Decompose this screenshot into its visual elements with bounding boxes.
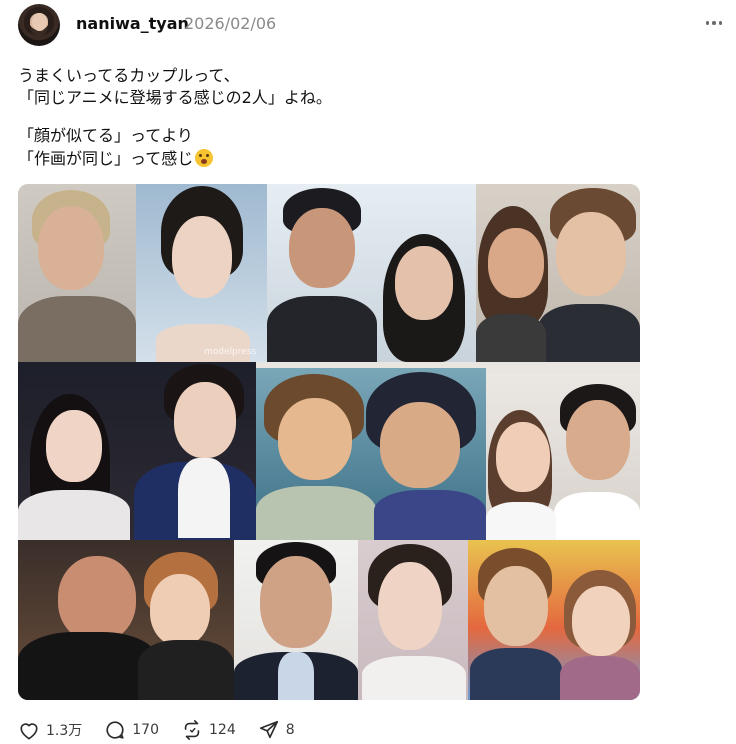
collage-tile-5 — [18, 362, 256, 540]
repost-button[interactable]: 124 — [181, 719, 236, 741]
post-date[interactable]: 2026/02/06 — [184, 14, 276, 33]
post-text-line-4: 「作画が同じ」って感じ — [18, 148, 214, 170]
post-image-collage[interactable]: modelpress — [18, 184, 640, 700]
collage-tile-3 — [267, 184, 476, 362]
post-text-line-1: うまくいってるカップルって、 — [18, 66, 240, 85]
avatar[interactable] — [18, 4, 60, 46]
repost-icon — [184, 720, 200, 740]
collage-tile-10 — [358, 540, 468, 700]
send-icon — [259, 720, 278, 739]
username[interactable]: naniwa_tyan — [76, 14, 189, 33]
more-horizontal-icon[interactable] — [700, 12, 728, 34]
reply-button[interactable]: 170 — [104, 719, 159, 741]
repost-count: 124 — [209, 722, 236, 738]
like-count: 1.3万 — [46, 723, 83, 739]
collage-tile-2: modelpress — [136, 184, 267, 362]
watermark-text: modelpress — [204, 347, 257, 357]
post-card: naniwa_tyan 2026/02/06 うまくいってるカップルって、 「同… — [0, 0, 736, 744]
collage-tile-8 — [18, 540, 234, 700]
comment-icon — [106, 721, 124, 739]
reply-count: 170 — [132, 722, 159, 738]
like-button[interactable]: 1.3万 — [18, 720, 82, 740]
avatar-face — [32, 13, 47, 31]
collage-tile-1 — [18, 184, 136, 362]
post-text-line-3: 「顔が似てる」ってより — [18, 126, 193, 145]
collage-tile-11 — [468, 540, 640, 700]
post-text-line-2: 「同じアニメに登場する感じの2人」よね。 — [18, 88, 332, 107]
share-button[interactable]: 8 — [258, 719, 295, 741]
post-text-line-4-text: 「作画が同じ」って感じ — [18, 149, 194, 168]
collage-tile-7 — [486, 374, 640, 540]
share-count: 8 — [285, 722, 295, 738]
flushed-face-emoji — [195, 149, 214, 167]
collage-tile-9 — [234, 540, 358, 700]
collage-tile-4 — [476, 184, 640, 362]
heart-icon — [20, 723, 38, 740]
collage-tile-6-anime — [256, 368, 486, 540]
post-actions: 1.3万 170 124 8 — [18, 718, 317, 742]
